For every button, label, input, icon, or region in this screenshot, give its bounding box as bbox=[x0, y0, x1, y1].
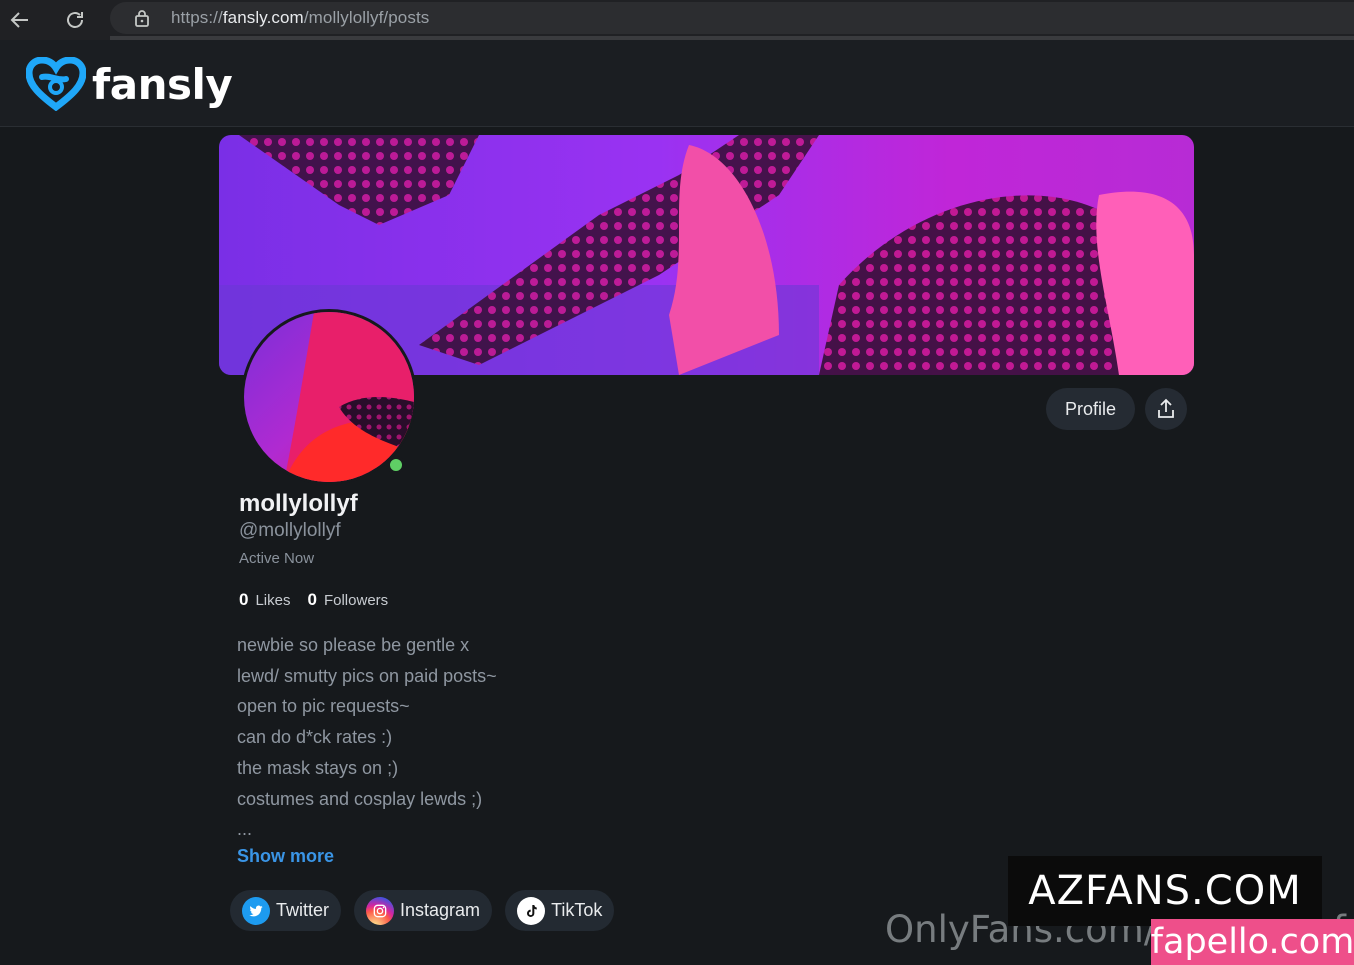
bio-line: lewd/ smutty pics on paid posts~ bbox=[237, 665, 497, 686]
fansly-heart-icon bbox=[26, 57, 86, 111]
site-header: fansly bbox=[0, 40, 1354, 127]
share-icon bbox=[1158, 398, 1174, 418]
instagram-label: Instagram bbox=[400, 900, 481, 920]
likes-count: 0 bbox=[239, 590, 249, 609]
activity-status: Active Now bbox=[239, 550, 315, 567]
logo-text: fansly bbox=[92, 59, 233, 109]
profile-bio: newbie so please be gentle x lewd/ smutt… bbox=[237, 630, 497, 845]
username-handle: @mollylollyf bbox=[239, 520, 341, 541]
bio-line: newbie so please be gentle x bbox=[237, 635, 470, 655]
likes-stat: 0 Likes bbox=[239, 590, 291, 610]
azfans-watermark: AZFANS.COM bbox=[1008, 856, 1322, 926]
online-status-dot bbox=[387, 456, 405, 474]
tiktok-label: TikTok bbox=[551, 900, 603, 920]
followers-count: 0 bbox=[307, 590, 317, 609]
fapello-watermark: fapello.com bbox=[1151, 919, 1354, 965]
instagram-icon bbox=[366, 896, 395, 925]
likes-label: Likes bbox=[255, 592, 291, 609]
lock-icon bbox=[135, 10, 149, 27]
url-text: https://fansly.com/mollylollyf/posts bbox=[171, 8, 430, 27]
twitter-icon bbox=[242, 896, 270, 925]
fansly-logo[interactable]: fansly bbox=[26, 57, 233, 111]
back-button[interactable] bbox=[4, 4, 36, 36]
followers-stat[interactable]: 0 Followers bbox=[308, 590, 389, 610]
arrow-left-icon bbox=[10, 12, 28, 28]
profile-button[interactable]: Profile bbox=[1046, 388, 1135, 430]
tiktok-link[interactable]: TikTok bbox=[505, 890, 615, 931]
followers-label: Followers bbox=[323, 592, 389, 609]
display-name: mollylollyf bbox=[239, 490, 358, 517]
bio-line: the mask stays on ;) bbox=[237, 757, 399, 778]
bio-line: ... bbox=[237, 819, 253, 840]
bio-line: open to pic requests~ bbox=[237, 696, 410, 717]
avatar-image bbox=[244, 312, 414, 482]
show-more-link[interactable]: Show more bbox=[237, 846, 334, 867]
bio-line: costumes and cosplay lewds ;) bbox=[237, 788, 483, 809]
profile-stats: 0 Likes 0 Followers bbox=[239, 590, 405, 610]
instagram-link[interactable]: Instagram bbox=[354, 890, 493, 931]
bio-line: can do d*ck rates :) bbox=[237, 727, 393, 748]
twitter-label: Twitter bbox=[276, 900, 330, 920]
reload-icon bbox=[67, 12, 83, 28]
social-links: Twitter Instagram TikTok bbox=[230, 890, 627, 931]
browser-toolbar: https://fansly.com/mollylollyf/posts bbox=[0, 0, 1354, 40]
share-button[interactable] bbox=[1145, 388, 1187, 430]
reload-button[interactable] bbox=[59, 4, 91, 36]
twitter-link[interactable]: Twitter bbox=[230, 890, 342, 931]
tiktok-icon bbox=[517, 896, 546, 925]
address-bar[interactable]: https://fansly.com/mollylollyf/posts bbox=[110, 2, 1354, 34]
